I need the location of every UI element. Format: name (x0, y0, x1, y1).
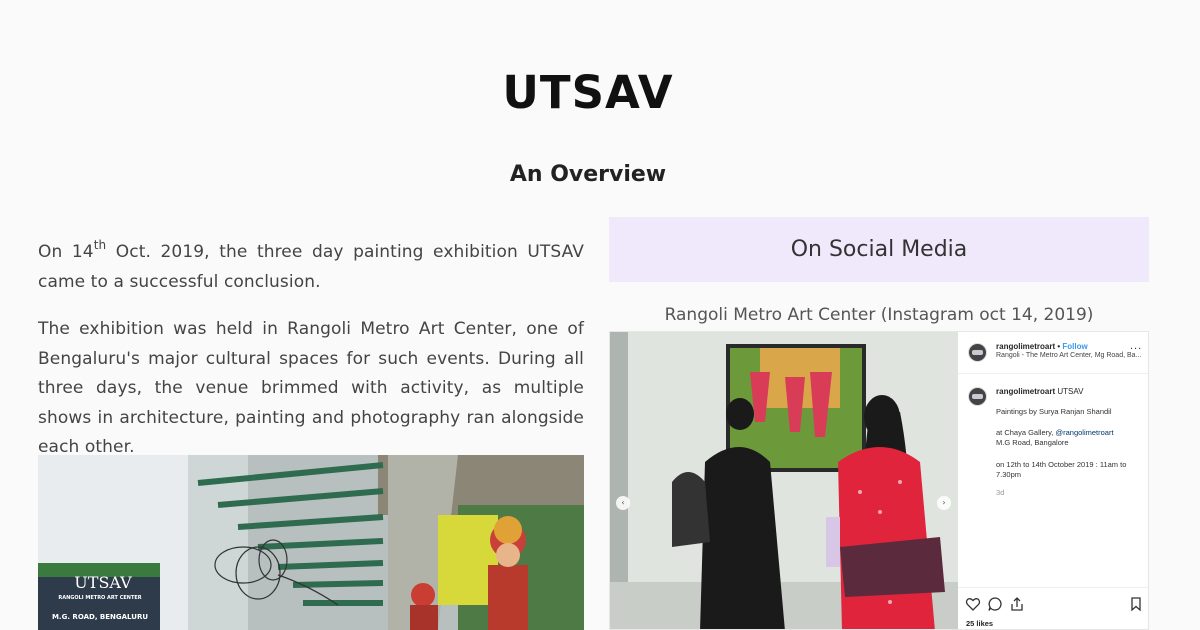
instagram-photo[interactable]: ‹ › (610, 332, 958, 629)
poster-line-1: RANGOLI METRO ART CENTER (58, 595, 142, 601)
heart-icon[interactable] (965, 596, 981, 612)
caption-avatar[interactable] (968, 387, 987, 406)
poster-title: UTSAV (74, 573, 132, 592)
next-arrow-icon[interactable]: › (937, 496, 951, 510)
exhibition-photo-image (38, 455, 584, 630)
caption-mention[interactable]: @rangolimetroart (1055, 428, 1113, 437)
instagram-sidebar: rangolimetroart • Follow Rangoli - The M… (958, 332, 1148, 629)
para1-start: On 14 (38, 242, 94, 262)
poster-line-2: M.G. ROAD, BENGALURU (51, 613, 149, 621)
avatar[interactable] (968, 343, 987, 362)
likes-count[interactable]: 25 likes (966, 619, 993, 628)
page-title: UTSAV (502, 66, 674, 119)
instagram-location[interactable]: Rangoli - The Metro Art Center, Mg Road,… (996, 352, 1141, 359)
more-icon[interactable]: ... (1130, 340, 1142, 352)
share-icon[interactable] (1009, 596, 1025, 612)
exhibition-photo: UTSAV RANGOLI METRO ART CENTER M.G. ROAD… (38, 455, 584, 630)
caption-username[interactable]: rangolimetroart (996, 387, 1055, 396)
post-time[interactable]: 3d (996, 488, 1004, 497)
instagram-actions: 25 likes (958, 587, 1148, 629)
article-text: On 14th Oct. 2019, the three day paintin… (38, 238, 584, 463)
caption-line-1: Paintings by Surya Ranjan Shandil (996, 407, 1112, 416)
caption-line-2: at Chaya Gallery, @rangolimetroart (996, 428, 1146, 438)
social-media-banner: On Social Media (609, 217, 1149, 282)
para1-superscript: th (93, 238, 107, 252)
caption-header: rangolimetroart UTSAV (996, 387, 1083, 396)
para1-end: Oct. 2019, the three day painting exhibi… (38, 242, 584, 292)
page-subtitle: An Overview (509, 162, 667, 187)
instagram-photo-image (610, 332, 958, 629)
article-paragraph-2: The exhibition was held in Rangoli Metro… (38, 319, 584, 457)
instagram-username[interactable]: rangolimetroart (996, 342, 1055, 351)
caption-title: UTSAV (1055, 387, 1084, 396)
instagram-username-line: rangolimetroart • Follow (996, 342, 1088, 351)
caption-line-4: on 12th to 14th October 2019 : 11am to 7… (996, 460, 1127, 479)
prev-arrow-icon[interactable]: ‹ (616, 496, 630, 510)
bookmark-icon[interactable] (1128, 596, 1144, 612)
comment-icon[interactable] (987, 596, 1003, 612)
instagram-caption: Rangoli Metro Art Center (Instagram oct … (664, 305, 1094, 325)
article-paragraph-1: On 14th Oct. 2019, the three day paintin… (38, 238, 584, 297)
instagram-embed: ‹ › rangolimetroart • Follow Rangoli - T… (609, 331, 1149, 630)
instagram-header: rangolimetroart • Follow Rangoli - The M… (958, 332, 1148, 374)
caption-line-2-text: at Chaya Gallery, (996, 428, 1056, 437)
follow-button[interactable]: Follow (1062, 342, 1087, 351)
caption-line-3: M.G Road, Bangalore (996, 438, 1069, 447)
social-media-heading: On Social Media (790, 237, 968, 262)
